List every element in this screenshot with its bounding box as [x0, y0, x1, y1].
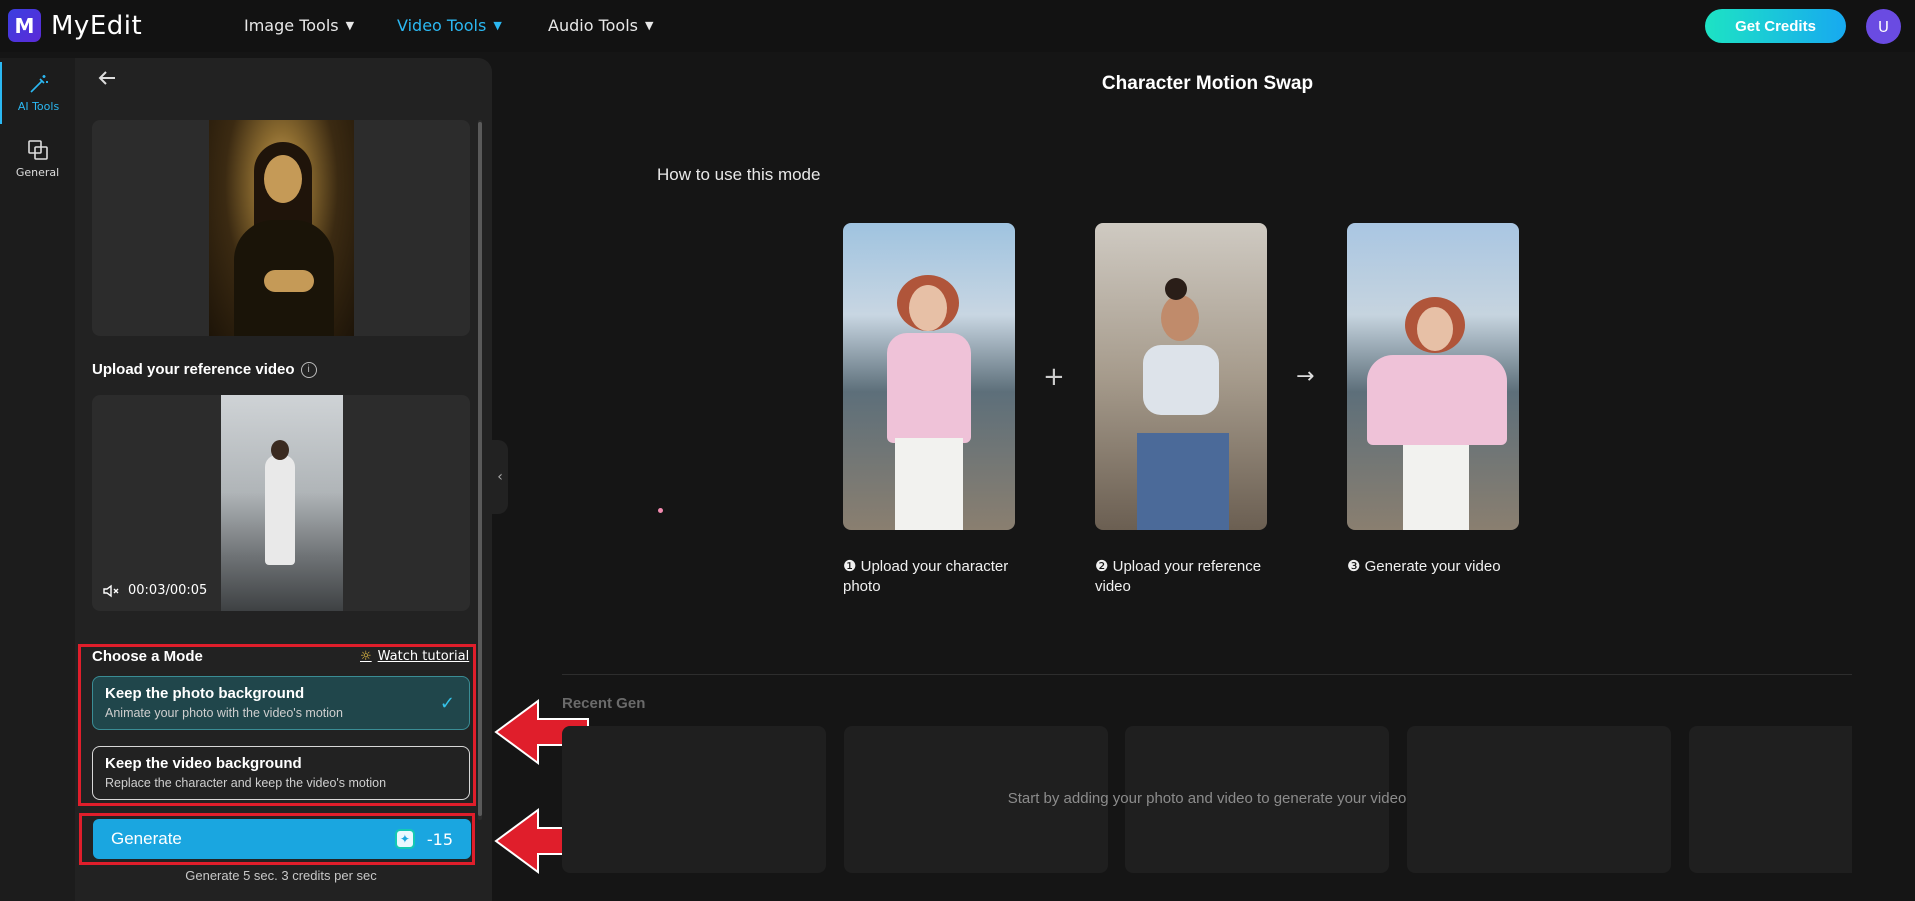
top-bar: M MyEdit Image Tools ▼ Video Tools ▼ Audio… [0, 0, 1915, 52]
character-photo [209, 120, 354, 336]
reference-video-label: Upload your reference video i [92, 361, 317, 379]
layers-icon [27, 140, 48, 160]
nav-audio-tools[interactable]: Audio Tools ▼ [548, 16, 653, 35]
step-caption-text: Upload your character photo [843, 558, 1009, 595]
mute-icon[interactable] [102, 584, 120, 598]
page-title: Character Motion Swap [1101, 73, 1314, 94]
mode-option-desc: Animate your photo with the video's moti… [105, 706, 343, 720]
step-1-caption: ❶ Upload your character photo [843, 557, 1018, 597]
step-number: ❶ [843, 558, 857, 575]
chevron-down-icon: ▼ [493, 19, 502, 32]
mode-title: Choose a Mode [92, 648, 203, 665]
credit-icon: ✦ [394, 829, 415, 849]
app-logo[interactable]: M MyEdit [8, 9, 142, 42]
back-arrow-icon[interactable] [95, 66, 119, 90]
arrow-right-icon: → [1296, 364, 1315, 389]
video-time: 00:03/00:05 [102, 583, 207, 598]
generate-cost: ✦ -15 [394, 829, 453, 849]
chevron-down-icon: ▼ [644, 19, 654, 32]
rail-item-general[interactable]: General [0, 128, 75, 190]
reference-video-label-text: Upload your reference video [92, 361, 295, 378]
step-1-image [843, 223, 1015, 530]
rail-label: AI Tools [17, 100, 60, 113]
step-3-image [1347, 223, 1519, 530]
section-divider [562, 674, 1852, 675]
mode-option-photo-background[interactable]: Keep the photo background Animate your p… [92, 676, 470, 730]
panel-scrollbar-thumb[interactable] [478, 122, 482, 816]
tool-rail: AI Tools General [0, 58, 75, 901]
app-name: MyEdit [51, 10, 143, 41]
chevron-down-icon: ▼ [345, 19, 355, 32]
collapse-panel-button[interactable]: ‹ [492, 440, 508, 514]
mode-option-title: Keep the video background [105, 755, 302, 772]
mode-option-desc: Replace the character and keep the video… [105, 776, 387, 790]
generate-cost-value: -15 [426, 829, 453, 849]
generate-label: Generate [111, 829, 182, 848]
nav-label: Image Tools [244, 16, 339, 35]
watch-tutorial-text: Watch tutorial [377, 649, 470, 664]
info-icon[interactable]: i [300, 362, 317, 379]
magic-wand-icon [29, 75, 48, 93]
rail-label: General [15, 166, 60, 179]
generate-button[interactable]: Generate ✦ -15 [93, 819, 471, 859]
logo-icon: M [8, 9, 41, 42]
step-3-caption: ❸ Generate your video [1347, 557, 1522, 577]
watch-tutorial-link[interactable]: ☼ Watch tutorial [360, 649, 469, 664]
step-number: ❸ [1347, 558, 1361, 575]
reference-video-thumbnail [221, 395, 343, 611]
character-photo-card[interactable] [92, 120, 470, 336]
plus-icon: + [1043, 362, 1065, 392]
recent-gen-heading: Recent Gen [562, 695, 646, 712]
step-2-caption: ❷ Upload your reference video [1095, 557, 1270, 597]
nav-label: Video Tools [397, 16, 487, 35]
step-caption-text: Generate your video [1364, 558, 1501, 575]
nav-video-tools[interactable]: Video Tools ▼ [397, 16, 502, 35]
video-time-text: 00:03/00:05 [128, 583, 208, 598]
chevron-left-icon: ‹ [497, 469, 503, 485]
rail-item-ai-tools[interactable]: AI Tools [0, 62, 75, 124]
step-2-image [1095, 223, 1267, 530]
lightbulb-icon: ☼ [360, 649, 372, 664]
step-number: ❷ [1095, 558, 1109, 575]
avatar[interactable]: U [1866, 9, 1901, 44]
check-icon: ✓ [439, 693, 455, 714]
nav-label: Audio Tools [548, 16, 638, 35]
generate-note: Generate 5 sec. 3 credits per sec [185, 868, 377, 883]
step-caption-text: Upload your reference video [1095, 558, 1262, 595]
howto-heading: How to use this mode [657, 165, 821, 184]
recent-empty-message: Start by adding your photo and video to … [1007, 790, 1407, 807]
reference-video-card[interactable]: 00:03/00:05 [92, 395, 470, 611]
cursor-dot [658, 508, 663, 513]
mode-option-title: Keep the photo background [105, 685, 305, 702]
get-credits-button[interactable]: Get Credits [1705, 9, 1846, 43]
nav-image-tools[interactable]: Image Tools ▼ [244, 16, 354, 35]
mode-option-video-background[interactable]: Keep the video background Replace the ch… [92, 746, 470, 800]
